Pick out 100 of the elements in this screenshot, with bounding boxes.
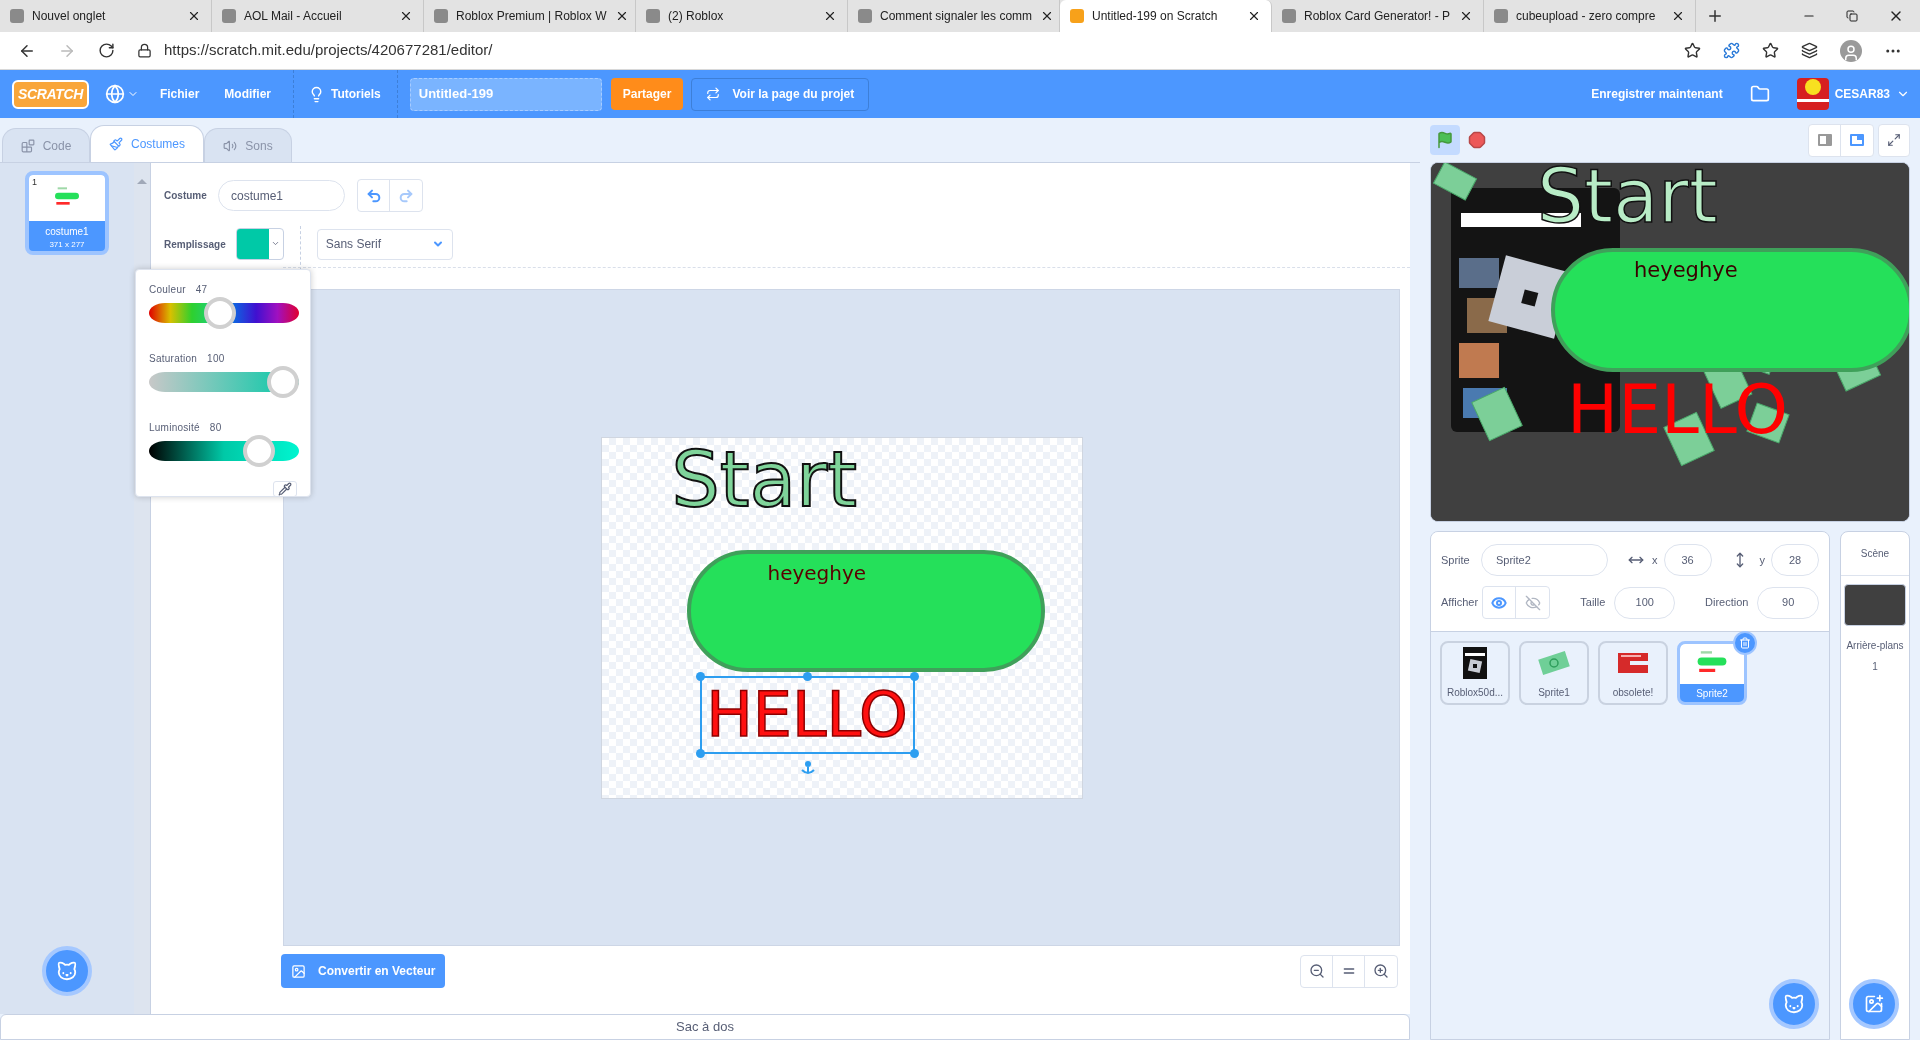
font-dropdown[interactable]: Sans Serif: [316, 228, 453, 260]
tab-title: Comment signaler les comm: [880, 8, 1033, 25]
pill-text[interactable]: heyeghye: [767, 557, 867, 588]
costume-label: Costume: [164, 189, 208, 203]
slider-value: 100: [207, 352, 225, 366]
flag-icon: [1436, 131, 1454, 149]
site-icon: [646, 9, 660, 23]
fill-color-button[interactable]: [235, 228, 284, 260]
resize-handle[interactable]: [909, 748, 919, 758]
backdrop-thumbnail[interactable]: [1844, 584, 1906, 626]
stage-start-text: Start: [1537, 163, 1718, 233]
folder-icon[interactable]: [1749, 84, 1770, 104]
costume-number: 1: [32, 176, 37, 189]
close-icon[interactable]: [399, 9, 413, 23]
fullscreen-button[interactable]: [1878, 123, 1910, 157]
close-icon[interactable]: [187, 9, 201, 23]
rounded-button-shape[interactable]: [686, 549, 1045, 672]
show-label: Afficher: [1441, 595, 1480, 611]
direction-label: Direction: [1705, 595, 1749, 611]
resize-handle[interactable]: [802, 671, 812, 681]
layout-icon: [1817, 134, 1832, 146]
arrows-icon: [706, 87, 721, 101]
cat-icon: [56, 960, 78, 982]
blocks-icon: [20, 138, 35, 153]
tab-title: Untitled-199 on Scratch: [1092, 8, 1219, 25]
site-icon: [858, 9, 872, 23]
brush-icon: [109, 137, 123, 151]
stage-panel-title: Scène: [1841, 532, 1909, 576]
slider-value: 47: [195, 283, 208, 297]
sprite-tile[interactable]: Roblox50d...: [1440, 641, 1510, 705]
selection-box[interactable]: HELLO: [699, 675, 915, 754]
add-sprite-button[interactable]: [1769, 979, 1819, 1029]
avatar-icon[interactable]: [1796, 78, 1829, 110]
close-icon[interactable]: [1459, 9, 1473, 23]
trash-icon: [1739, 637, 1751, 649]
site-icon: [434, 9, 448, 23]
x-label: x: [1652, 552, 1658, 568]
new-tab-icon[interactable]: [1706, 7, 1724, 25]
collections-icon[interactable]: [1801, 42, 1818, 59]
stop-icon: [1468, 131, 1486, 149]
language-menu[interactable]: [104, 84, 139, 104]
browser-tab[interactable]: Untitled-199 on Scratch: [1060, 0, 1272, 32]
gift-card-drawing: [1463, 647, 1487, 679]
slider-thumb[interactable]: [204, 297, 237, 329]
favorite-icon[interactable]: [1684, 42, 1701, 59]
undo-icon: [365, 187, 382, 204]
backpack-bar[interactable]: Sac à dos: [0, 1014, 1410, 1040]
slider-thumb[interactable]: [243, 435, 276, 467]
cat-icon: [1783, 993, 1805, 1015]
resize-handle[interactable]: [909, 671, 919, 681]
resize-handle[interactable]: [695, 671, 705, 681]
sprite-name: Sprite2: [1695, 687, 1729, 701]
close-icon[interactable]: [823, 9, 837, 23]
slider-value: 80: [209, 421, 222, 435]
image-icon: [291, 963, 306, 979]
hello-text[interactable]: HELLO: [706, 683, 908, 746]
stage-pill-text: heyeghye: [1634, 257, 1738, 284]
flag-button[interactable]: [1430, 125, 1460, 155]
sprite-tile[interactable]: Sprite1: [1519, 641, 1589, 705]
speaker-icon: [223, 138, 238, 153]
tab-title: AOL Mail - Accueil: [244, 8, 343, 25]
add-backdrop-button[interactable]: [1849, 979, 1899, 1029]
sprite-name: obsolete!: [1611, 686, 1655, 700]
block-drawing: [1616, 651, 1650, 675]
site-icon: [222, 9, 236, 23]
close-icon[interactable]: [1671, 9, 1685, 23]
resize-handle[interactable]: [695, 748, 705, 758]
slider-thumb[interactable]: [267, 366, 299, 398]
tab-title: Roblox Premium | Roblox W: [456, 8, 607, 25]
slider-label: Couleur: [149, 283, 186, 297]
layout-icon: [1850, 134, 1864, 146]
url-text[interactable]: https://scratch.mit.edu/projects/420677281/editor/: [164, 39, 493, 62]
artboard[interactable]: Start heyeghye HELLO: [600, 436, 1083, 799]
eye-icon: [1491, 594, 1508, 611]
caret-icon: [270, 239, 280, 248]
close-icon[interactable]: [1247, 9, 1261, 23]
favorites-icon[interactable]: [1762, 42, 1779, 59]
tab-title: cubeupload - zero compre: [1516, 8, 1657, 25]
fill-label: Remplissage: [164, 237, 226, 252]
delete-button[interactable]: [1733, 631, 1757, 655]
eyedropper-button[interactable]: [273, 481, 297, 497]
rotate-handle-icon[interactable]: [798, 759, 817, 776]
size-label: Taille: [1580, 595, 1606, 611]
redo-icon: [398, 187, 414, 204]
add-costume-button[interactable]: [42, 946, 92, 996]
costume-name: costume1: [44, 225, 90, 239]
slider-label: Saturation: [149, 352, 198, 366]
zoom-out-icon: [1308, 963, 1325, 979]
costume-size: 371 x 277: [48, 239, 86, 251]
extension-icon[interactable]: [1723, 42, 1740, 59]
tab-title: Roblox Card Generator! - P: [1304, 8, 1451, 25]
sprite-tile[interactable]: obsolete!: [1598, 641, 1668, 705]
paint-canvas[interactable]: Start heyeghye HELLO: [283, 289, 1400, 946]
restore-icon[interactable]: [1846, 10, 1858, 22]
profile-icon[interactable]: [1840, 39, 1862, 62]
add-image-icon: [1864, 994, 1884, 1014]
costume-tile[interactable]: 1 costume1 371 x 277: [25, 171, 109, 255]
reload-icon[interactable]: [98, 42, 115, 59]
eye-off-icon: [1524, 594, 1541, 611]
zoom-in-icon: [1373, 963, 1389, 979]
